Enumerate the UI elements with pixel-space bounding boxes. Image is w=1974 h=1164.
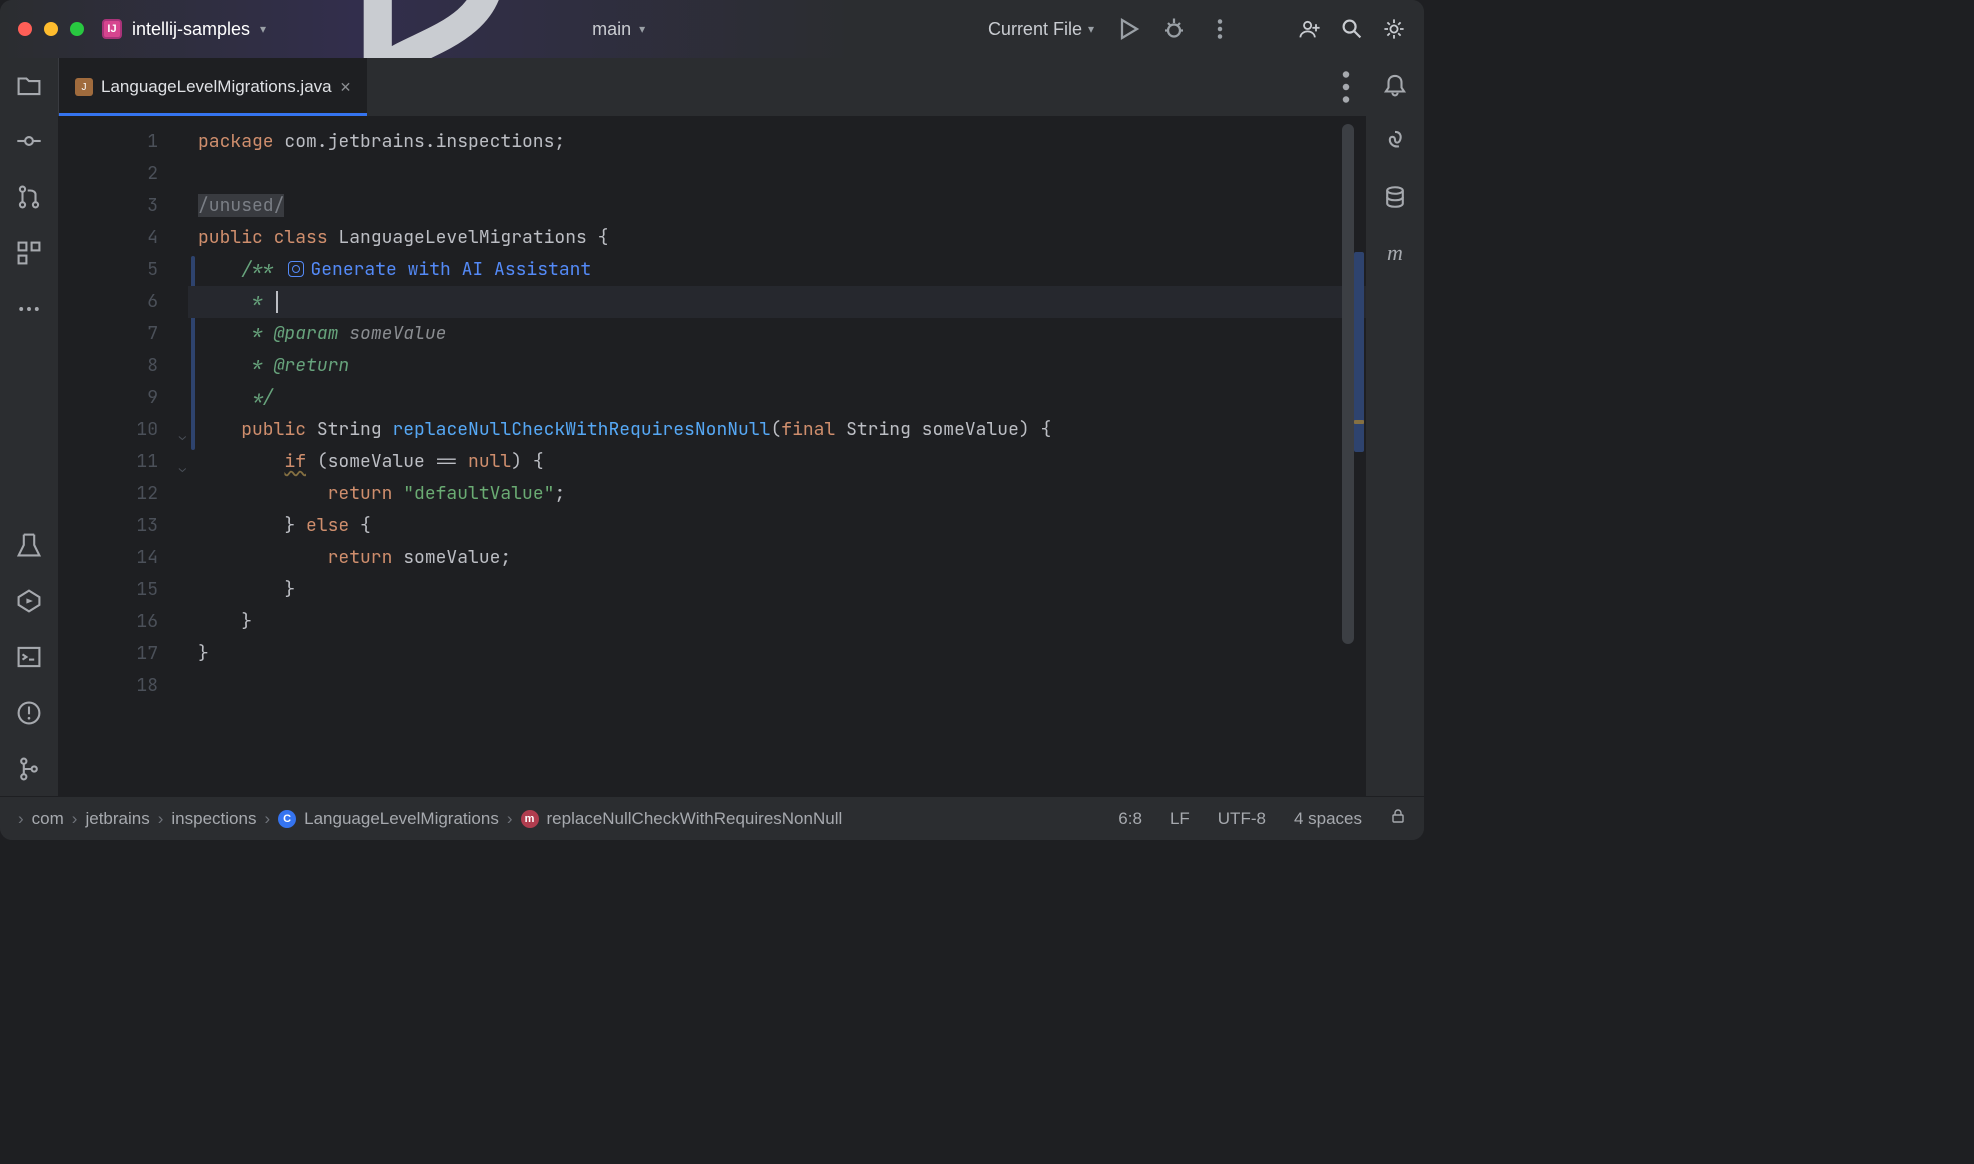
title-bar: IJ intellij-samples ▾ main ▾ Current Fil… (0, 0, 1424, 58)
crumb-item[interactable]: jetbrains (85, 809, 149, 829)
line-number[interactable]: 7 (58, 318, 188, 350)
readonly-lock-icon[interactable] (1390, 808, 1406, 829)
tab-label: LanguageLevelMigrations.java (101, 77, 332, 97)
run-button[interactable] (1116, 17, 1140, 41)
left-tool-rail (0, 58, 58, 796)
line-number[interactable]: 18 (58, 670, 188, 702)
cursor-position[interactable]: 6:8 (1118, 809, 1142, 829)
chevron-right-icon: › (264, 809, 270, 829)
close-tab-icon[interactable]: ✕ (340, 79, 352, 96)
minimize-window-icon[interactable] (44, 22, 58, 36)
branch-name: main (592, 19, 631, 40)
java-file-icon: J (75, 78, 93, 96)
services-tool-icon[interactable] (16, 588, 42, 614)
crumb-item[interactable]: com (32, 809, 64, 829)
maven-tool-icon[interactable]: m (1382, 240, 1408, 266)
line-number[interactable]: 10⌄ (58, 414, 188, 446)
zoom-window-icon[interactable] (70, 22, 84, 36)
line-separator[interactable]: LF (1170, 809, 1190, 829)
line-number[interactable]: 9 (58, 382, 188, 414)
class-icon: C (278, 810, 296, 828)
chevron-right-icon: › (18, 809, 24, 829)
build-tool-icon[interactable] (16, 532, 42, 558)
crumb-item[interactable]: inspections (171, 809, 256, 829)
line-number[interactable]: 5 (58, 254, 188, 286)
chevron-right-icon: › (72, 809, 78, 829)
indent[interactable]: 4 spaces (1294, 809, 1362, 829)
editor-body[interactable]: 1 2 3 4 5 6 7 8 9 10⌄ 11⌄ 12 13 14 15 16 (58, 116, 1366, 796)
debug-button[interactable] (1162, 17, 1186, 41)
project-tool-icon[interactable] (16, 72, 42, 98)
chevron-down-icon: ▾ (639, 22, 645, 36)
search-everywhere-icon[interactable] (1340, 17, 1364, 41)
intellij-icon: IJ (102, 19, 122, 39)
tab-language-level-migrations[interactable]: J LanguageLevelMigrations.java ✕ (59, 58, 367, 116)
generate-ai-link[interactable]: Generate with AI Assistant (310, 258, 591, 281)
window-controls (18, 22, 84, 36)
close-window-icon[interactable] (18, 22, 32, 36)
terminal-tool-icon[interactable] (16, 644, 42, 670)
chevron-down-icon: ▾ (260, 22, 266, 36)
chevron-right-icon: › (507, 809, 513, 829)
right-tool-rail: m (1366, 58, 1424, 796)
line-number[interactable]: 15 (58, 574, 188, 606)
breadcrumb[interactable]: › com › jetbrains › inspections › C Lang… (18, 809, 842, 829)
settings-icon[interactable] (1382, 17, 1406, 41)
tab-list-more-icon[interactable] (1326, 58, 1366, 116)
project-name: intellij-samples (132, 19, 250, 40)
line-number[interactable]: 12 (58, 478, 188, 510)
structure-tool-icon[interactable] (16, 240, 42, 266)
crumb-item[interactable]: LanguageLevelMigrations (304, 809, 499, 829)
ai-assistant-tool-icon[interactable] (1382, 128, 1408, 154)
text-cursor (276, 291, 278, 313)
database-tool-icon[interactable] (1382, 184, 1408, 210)
line-number[interactable]: 3 (58, 190, 188, 222)
chevron-right-icon: › (158, 809, 164, 829)
editor-tab-bar: J LanguageLevelMigrations.java ✕ (58, 58, 1366, 116)
line-number[interactable]: 6 (58, 286, 188, 318)
ai-assistant-icon[interactable] (288, 261, 304, 277)
more-actions-icon[interactable] (1208, 17, 1232, 41)
line-number[interactable]: 11⌄ (58, 446, 188, 478)
line-number[interactable]: 1 (58, 126, 188, 158)
run-config-label: Current File (988, 19, 1082, 40)
problems-tool-icon[interactable] (16, 700, 42, 726)
encoding[interactable]: UTF-8 (1218, 809, 1266, 829)
vcs-tool-icon[interactable] (16, 756, 42, 782)
line-number[interactable]: 13 (58, 510, 188, 542)
project-selector[interactable]: IJ intellij-samples ▾ (102, 19, 266, 40)
notifications-icon[interactable] (1382, 72, 1408, 98)
more-tools-icon[interactable] (16, 296, 42, 322)
warning-marker[interactable] (1354, 420, 1364, 424)
pull-requests-icon[interactable] (16, 184, 42, 210)
method-icon: m (521, 810, 539, 828)
commit-tool-icon[interactable] (16, 128, 42, 154)
marker-strip (1352, 116, 1366, 796)
line-number[interactable]: 4 (58, 222, 188, 254)
chevron-down-icon: ▾ (1088, 22, 1094, 36)
code-area[interactable]: package com.jetbrains.inspections; /unus… (188, 116, 1366, 796)
line-number[interactable]: 8 (58, 350, 188, 382)
crumb-item[interactable]: replaceNullCheckWithRequiresNonNull (547, 809, 843, 829)
status-bar: › com › jetbrains › inspections › C Lang… (0, 796, 1424, 840)
line-number[interactable]: 14 (58, 542, 188, 574)
line-number[interactable]: 17 (58, 638, 188, 670)
line-number[interactable]: 2 (58, 158, 188, 190)
line-gutter: 1 2 3 4 5 6 7 8 9 10⌄ 11⌄ 12 13 14 15 16 (58, 116, 188, 796)
code-with-me-icon[interactable] (1298, 17, 1322, 41)
run-config-selector[interactable]: Current File ▾ (988, 19, 1094, 40)
line-number[interactable]: 16 (58, 606, 188, 638)
